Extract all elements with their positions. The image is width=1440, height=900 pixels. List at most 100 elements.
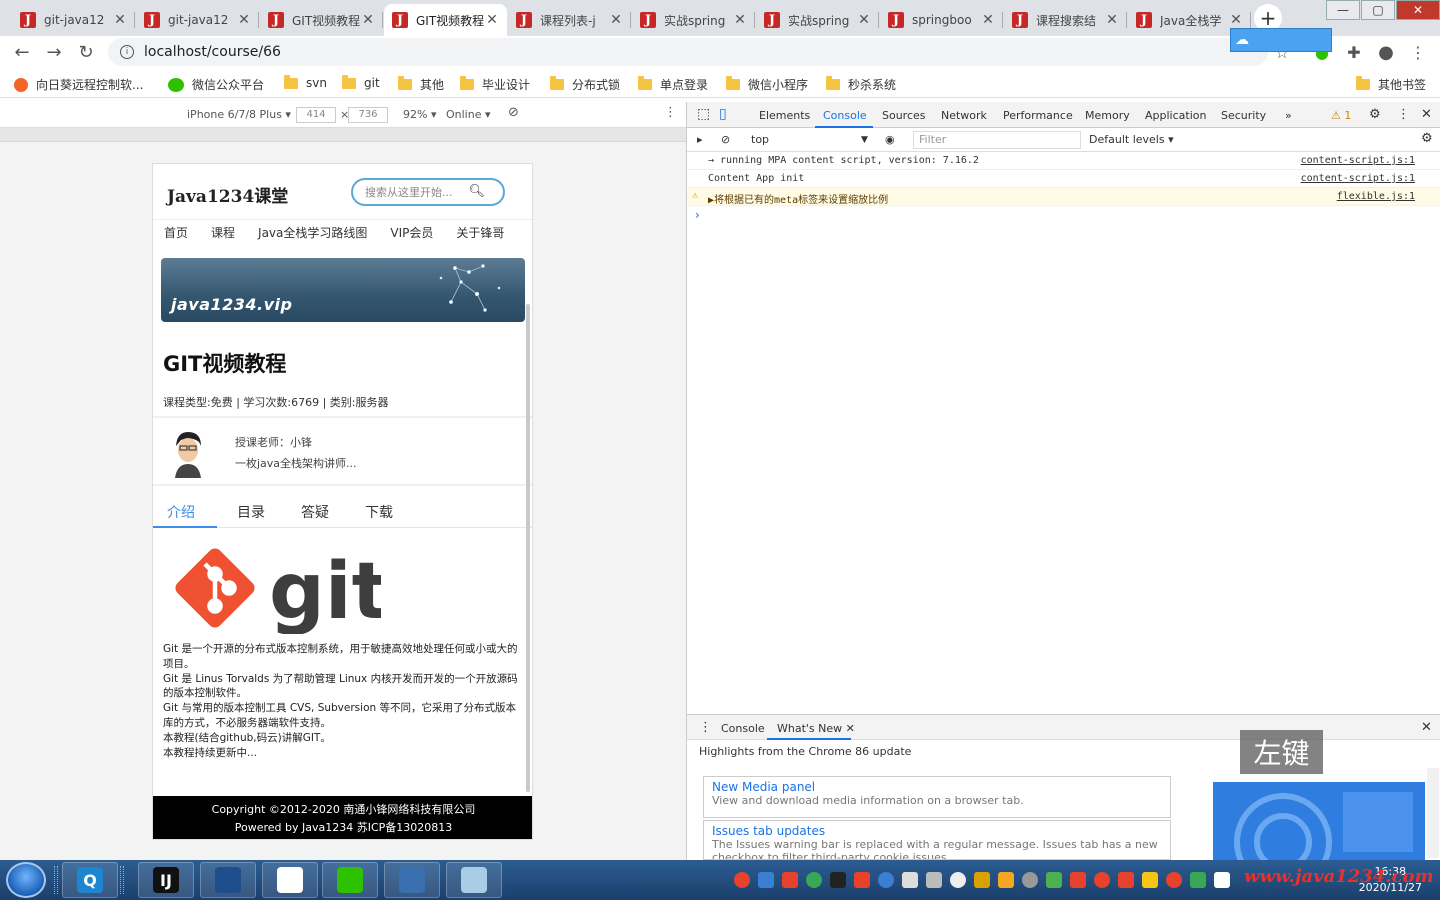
close-tab-icon[interactable]: ✕ xyxy=(237,12,251,28)
close-tab-icon[interactable]: ✕ xyxy=(981,12,995,28)
tray-icon[interactable] xyxy=(1190,872,1206,888)
tray-icon[interactable] xyxy=(1142,872,1158,888)
tray-icon[interactable] xyxy=(950,872,966,888)
taskbar-app[interactable] xyxy=(200,862,256,898)
start-button[interactable] xyxy=(6,862,46,898)
network-throttle-select[interactable]: Online ▾ xyxy=(446,108,491,121)
close-tab-icon[interactable]: ✕ xyxy=(361,12,375,28)
tray-icon[interactable] xyxy=(926,872,942,888)
tray-icon[interactable] xyxy=(734,872,750,888)
devtools-tab[interactable]: Elements xyxy=(759,109,810,122)
tray-icon[interactable] xyxy=(782,872,798,888)
taskbar-app[interactable]: Q xyxy=(62,862,118,898)
course-tab[interactable]: 下载 xyxy=(365,502,393,522)
devtools-tab[interactable]: Console xyxy=(823,109,867,122)
browser-tab[interactable]: Jgit-java12 ✕ xyxy=(12,4,135,36)
devtools-tab[interactable]: Application xyxy=(1145,109,1206,122)
zoom-select[interactable]: 92% ▾ xyxy=(403,108,436,121)
taskbar-app[interactable] xyxy=(322,862,378,898)
sidebar-toggle-icon[interactable]: ▸ xyxy=(697,133,703,146)
tray-icon[interactable] xyxy=(1070,872,1086,888)
close-devtools-icon[interactable]: ✕ xyxy=(1421,107,1432,122)
tray-icon[interactable] xyxy=(1118,872,1134,888)
tray-icon[interactable] xyxy=(1022,872,1038,888)
console-settings-icon[interactable]: ⚙ xyxy=(1421,131,1433,146)
devtools-tab[interactable]: Sources xyxy=(882,109,926,122)
tray-icon[interactable] xyxy=(998,872,1014,888)
device-more-icon[interactable]: ⋮ xyxy=(664,105,677,120)
address-bar[interactable]: i localhost/course/66 xyxy=(108,38,1268,66)
bookmark-item[interactable]: 毕业设计 xyxy=(460,76,530,93)
bookmark-item[interactable]: 其他 xyxy=(398,76,444,93)
whats-new-card[interactable]: Issues tab updates The Issues warning bar… xyxy=(703,820,1171,860)
devtools-tab[interactable]: Memory xyxy=(1085,109,1130,122)
tray-icon[interactable] xyxy=(878,872,894,888)
drawer-tab-whats-new[interactable]: What's New ✕ xyxy=(777,722,855,735)
log-source-link[interactable]: content-script.js:1 xyxy=(1301,155,1415,166)
browser-tab[interactable]: J 课程列表-j ✕ xyxy=(508,4,631,36)
bookmark-item[interactable]: 向日葵远程控制软... xyxy=(14,76,143,93)
live-expression-eye-icon[interactable]: ◉ xyxy=(885,133,895,146)
drawer-menu-icon[interactable]: ⋮ xyxy=(699,720,712,735)
site-nav-item[interactable]: VIP会员 xyxy=(390,224,433,250)
profile-avatar-icon[interactable]: ● xyxy=(1376,42,1396,63)
close-tab-icon[interactable]: ✕ xyxy=(1105,12,1119,28)
close-tab-icon[interactable]: ✕ xyxy=(857,12,871,28)
close-tab-icon[interactable]: ✕ xyxy=(113,12,127,28)
device-height-input[interactable]: 736 xyxy=(348,107,388,123)
taskbar-app[interactable] xyxy=(384,862,440,898)
site-info-icon[interactable]: i xyxy=(120,45,134,59)
log-levels-select[interactable]: Default levels ▾ xyxy=(1089,133,1174,146)
course-tab[interactable]: 答疑 xyxy=(301,502,329,522)
browser-tab[interactable]: J GIT视频教程 ✕ xyxy=(260,4,383,36)
browser-tab[interactable]: Jgit-java12 ✕ xyxy=(136,4,259,36)
course-tab[interactable]: 目录 xyxy=(237,502,265,522)
console-filter-input[interactable]: Filter xyxy=(913,131,1081,149)
site-nav-item[interactable]: 首页 xyxy=(164,224,188,250)
back-icon[interactable]: ← xyxy=(10,40,34,64)
site-nav-item[interactable]: 关于锋哥 xyxy=(456,224,504,250)
site-nav-item[interactable]: Java全栈学习路线图 xyxy=(258,224,367,250)
bookmark-item[interactable]: 分布式锁 xyxy=(550,76,620,93)
bookmark-item[interactable]: 秒杀系统 xyxy=(826,76,896,93)
log-source-link[interactable]: flexible.js:1 xyxy=(1337,191,1415,202)
browser-tab[interactable]: Jspringboo ✕ xyxy=(880,4,1003,36)
tray-icon[interactable] xyxy=(1046,872,1062,888)
site-logo[interactable]: Java1234课堂 xyxy=(167,182,288,207)
devtools-tab[interactable]: Network xyxy=(941,109,987,122)
tray-icon[interactable] xyxy=(1214,872,1230,888)
browser-tab[interactable]: J 实战spring ✕ xyxy=(632,4,755,36)
tray-icon[interactable] xyxy=(1166,872,1182,888)
extensions-puzzle-icon[interactable]: ✚ xyxy=(1344,42,1364,62)
whats-new-card[interactable]: New Media panel View and download media i… xyxy=(703,776,1171,818)
context-dropdown-icon[interactable]: ▼ xyxy=(861,135,868,145)
devtools-menu-icon[interactable]: ⋮ xyxy=(1397,107,1410,122)
context-select[interactable]: top xyxy=(751,133,769,146)
reload-icon[interactable]: ↻ xyxy=(74,40,98,64)
tray-icon[interactable] xyxy=(758,872,774,888)
drawer-tab-console[interactable]: Console xyxy=(721,722,765,735)
cloud-extension-badge[interactable]: ☁ xyxy=(1230,28,1332,52)
tray-icon[interactable] xyxy=(806,872,822,888)
rotate-icon[interactable]: ⊘ xyxy=(508,105,519,120)
browser-tab[interactable]: J 课程搜索结 ✕ xyxy=(1004,4,1127,36)
taskbar-app[interactable]: IJ xyxy=(138,862,194,898)
maximize-button[interactable]: ▢ xyxy=(1361,0,1395,20)
devtools-tab[interactable]: Security xyxy=(1221,109,1266,122)
close-tab-icon[interactable]: ✕ xyxy=(846,722,855,735)
tray-icon[interactable] xyxy=(902,872,918,888)
bookmark-item[interactable]: git xyxy=(342,74,380,90)
minimize-button[interactable]: — xyxy=(1326,0,1360,20)
log-source-link[interactable]: content-script.js:1 xyxy=(1301,173,1415,184)
taskbar-grip[interactable] xyxy=(120,866,124,894)
clear-console-icon[interactable]: ⊘ xyxy=(721,133,730,146)
inspect-element-icon[interactable]: ⬚ xyxy=(697,106,710,122)
course-tab[interactable]: 介绍 xyxy=(167,502,195,522)
close-tab-icon[interactable]: ✕ xyxy=(1229,12,1243,28)
drawer-scrollbar[interactable] xyxy=(1427,768,1439,858)
bookmark-item[interactable]: 微信小程序 xyxy=(726,76,808,93)
search-icon[interactable]: 🔍︎ xyxy=(468,184,485,199)
device-select[interactable]: iPhone 6/7/8 Plus ▾ xyxy=(187,108,291,121)
warning-count-badge[interactable]: ⚠ 1 xyxy=(1331,109,1351,122)
tray-icon[interactable] xyxy=(1094,872,1110,888)
